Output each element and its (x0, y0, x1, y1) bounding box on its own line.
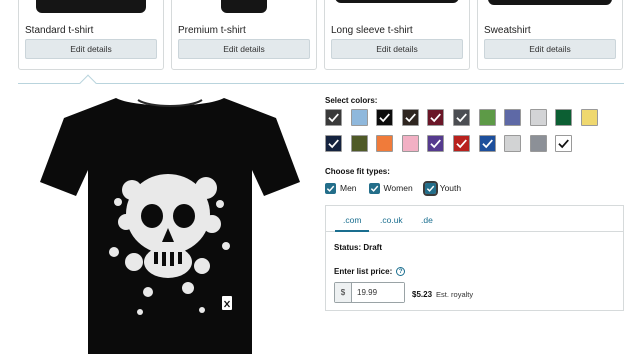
estimated-royalty: $5.23 Est. royalty (412, 290, 473, 299)
fit-option-men[interactable]: Men (325, 182, 357, 194)
active-tab-indicator (335, 230, 369, 232)
status-text: Status: Draft (334, 243, 383, 252)
product-card-standard-tshirt[interactable]: Standard t-shirt Edit details (18, 0, 164, 70)
fit-types-title: Choose fit types: (325, 167, 390, 176)
checkmark-icon (430, 139, 442, 149)
fit-label: Women (383, 183, 413, 193)
checkmark-icon (328, 113, 339, 123)
fit-option-women[interactable]: Women (368, 182, 413, 194)
tshirt-preview (30, 92, 310, 358)
color-swatch-orange[interactable] (376, 135, 394, 152)
checkmark-icon (481, 139, 493, 149)
checkmark-icon (405, 113, 416, 123)
tab-com[interactable]: .com (343, 215, 361, 225)
product-thumbnail (36, 0, 146, 13)
edit-details-button[interactable]: Edit details (25, 39, 157, 59)
fit-option-youth[interactable]: Youth (422, 180, 462, 196)
color-swatch-charcoal[interactable] (453, 109, 470, 126)
product-card-name: Sweatshirt (484, 25, 531, 36)
royalty-label: Est. royalty (436, 290, 474, 299)
list-price-label: Enter list price: ? (334, 267, 406, 276)
select-colors-title: Select colors: (325, 96, 378, 105)
color-swatch-grass[interactable] (478, 109, 496, 126)
royalty-value: $5.23 (412, 290, 433, 299)
product-card-name: Standard t-shirt (25, 25, 94, 36)
currency-symbol: $ (335, 283, 352, 302)
marketplace-panel: .com .co.uk .de Status: Draft Enter list… (325, 205, 624, 311)
checkmark-icon (456, 139, 467, 149)
color-swatch-royal-blue[interactable] (478, 135, 496, 152)
tshirt-mockup-image (40, 98, 300, 354)
product-thumbnail (335, 0, 459, 3)
checkmark-icon (328, 139, 339, 149)
checkbox-men[interactable] (325, 182, 336, 194)
checkbox-women[interactable] (368, 182, 380, 194)
product-type-cards: Standard t-shirt Edit details Premium t-… (0, 0, 640, 72)
color-swatch-silver[interactable] (504, 135, 522, 152)
color-swatch-kelly-green[interactable] (555, 109, 573, 126)
checkmark-icon (456, 113, 467, 123)
product-card-name: Long sleeve t-shirt (331, 25, 413, 36)
checkmark-icon (379, 113, 391, 123)
color-swatch-purple[interactable] (427, 135, 445, 152)
selected-card-pointer (79, 74, 97, 92)
edit-details-button[interactable]: Edit details (331, 39, 463, 59)
product-card-sweatshirt[interactable]: Sweatshirt Edit details (477, 0, 623, 70)
product-card-name: Premium t-shirt (178, 25, 246, 36)
edit-details-button[interactable]: Edit details (178, 39, 310, 59)
list-price-field[interactable]: $ (334, 282, 405, 303)
checkmark-icon (430, 113, 442, 123)
product-card-premium-tshirt[interactable]: Premium t-shirt Edit details (171, 0, 317, 70)
section-divider (18, 83, 624, 84)
product-thumbnail (221, 0, 267, 13)
color-swatch-heather-grey[interactable] (529, 109, 547, 126)
color-swatch-light-blue[interactable] (350, 109, 368, 126)
color-swatch-pink[interactable] (401, 135, 419, 152)
checkmark-icon (558, 139, 570, 149)
tab-de[interactable]: .de (421, 215, 433, 225)
color-swatch-red[interactable] (453, 135, 470, 152)
marketplace-tabs: .com .co.uk .de (326, 206, 623, 232)
product-thumbnail (488, 0, 612, 5)
tab-co-uk[interactable]: .co.uk (380, 215, 403, 225)
color-swatch-slate[interactable] (529, 135, 547, 152)
color-swatch-white[interactable] (555, 135, 573, 152)
color-swatch-cranberry[interactable] (427, 109, 445, 126)
color-swatch-navy[interactable] (325, 135, 342, 152)
checkmark-icon (426, 185, 434, 192)
color-swatch-lemon[interactable] (581, 109, 598, 126)
list-price-input[interactable] (352, 283, 404, 302)
product-card-long-sleeve-tshirt[interactable]: Long sleeve t-shirt Edit details (324, 0, 470, 70)
fit-label: Youth (439, 183, 462, 193)
help-icon[interactable]: ? (396, 267, 406, 276)
checkmark-icon (326, 185, 335, 192)
fit-type-options: Men Women Youth (325, 180, 473, 196)
color-swatch-heather-blue[interactable] (504, 109, 522, 126)
checkmark-icon (370, 185, 378, 192)
edit-details-button[interactable]: Edit details (484, 39, 616, 59)
checkbox-youth[interactable] (422, 180, 438, 196)
color-swatch-olive[interactable] (350, 135, 368, 152)
list-price-label-text: Enter list price: (334, 267, 393, 276)
color-swatch-brown[interactable] (401, 109, 419, 126)
color-swatch-dark-grey[interactable] (325, 109, 342, 126)
fit-label: Men (340, 183, 357, 193)
color-swatch-black[interactable] (376, 109, 394, 126)
